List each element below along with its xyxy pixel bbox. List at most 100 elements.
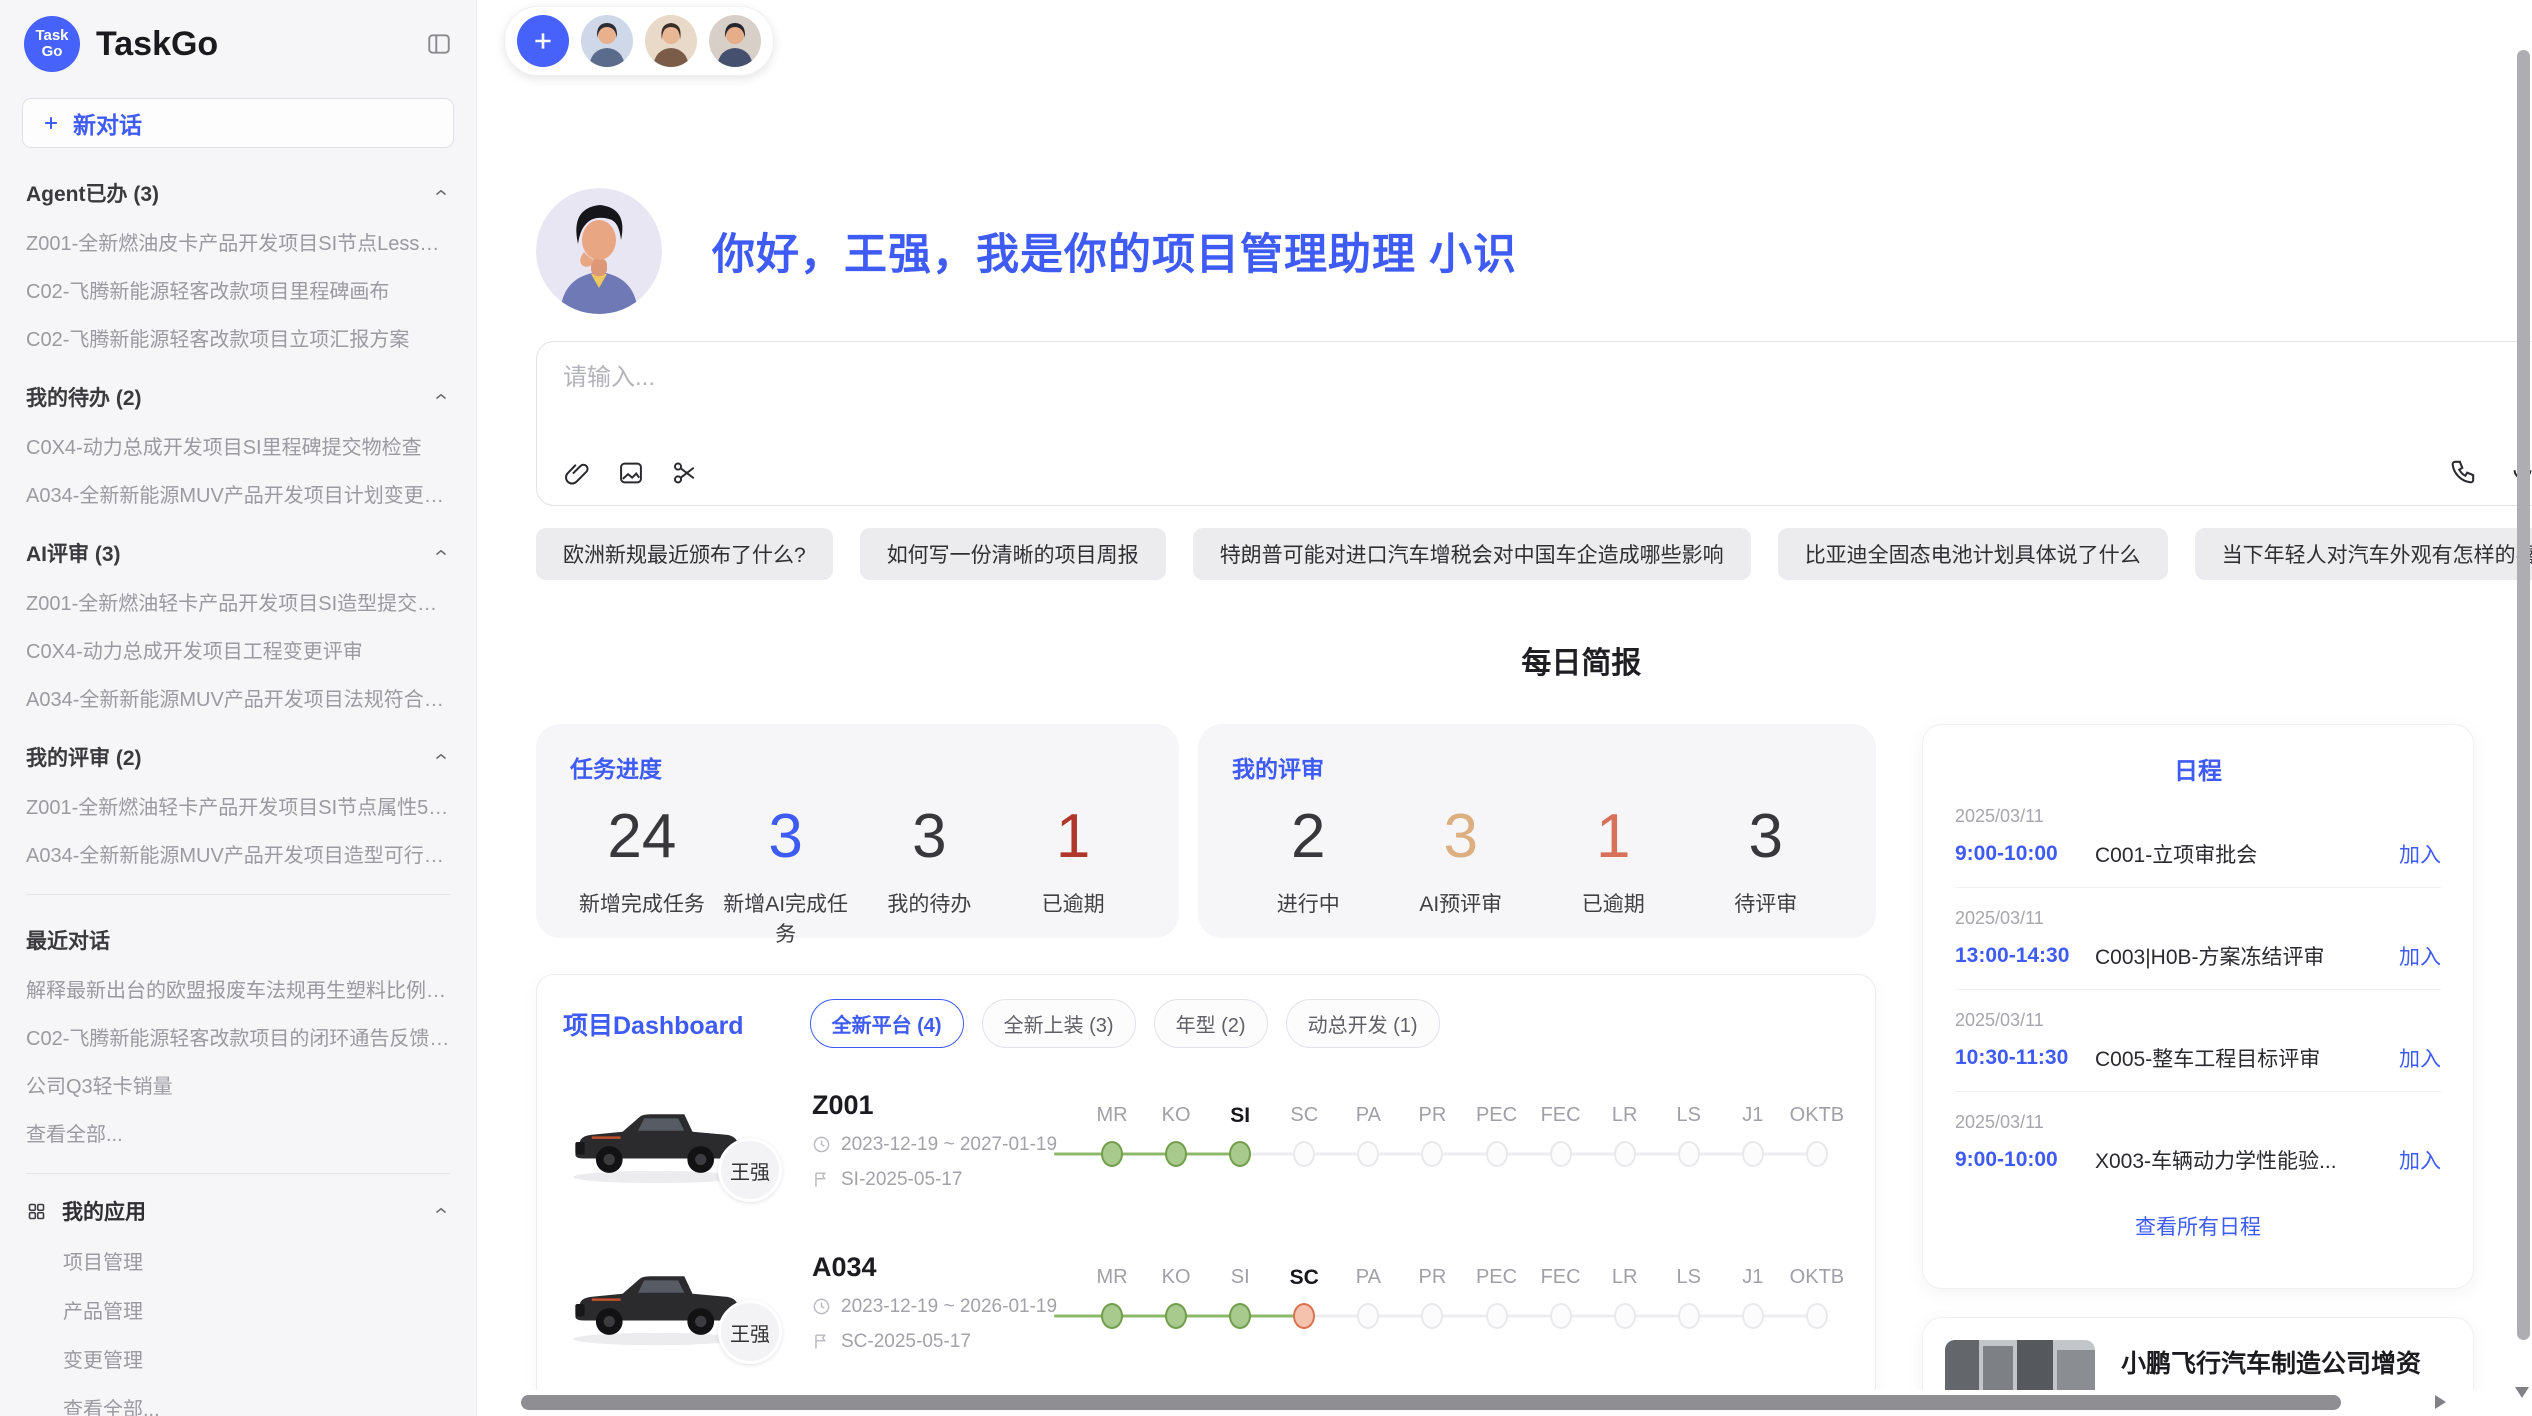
chevron-up-icon <box>432 184 450 202</box>
project-image: 王强 <box>563 1088 768 1192</box>
new-chat-button[interactable]: 新对话 <box>22 98 454 148</box>
project-row[interactable]: 王强 A034 2023-12-19 ~ 2026-01-19 SC-2025-… <box>563 1232 1849 1372</box>
view-all-link[interactable]: 查看全部... <box>26 1118 450 1147</box>
logo-line2: Go <box>42 44 63 60</box>
join-link[interactable]: 加入 <box>2399 1145 2441 1175</box>
sidebar-item-product-mgmt[interactable]: 产品管理 <box>63 1295 450 1324</box>
stat-value: 1 <box>1537 794 1690 880</box>
list-item[interactable]: Z001-全新燃油轻卡产品开发项目SI节点属性5D文件评审 <box>26 791 450 820</box>
avatar[interactable] <box>581 15 633 67</box>
scroll-right-arrow-icon[interactable] <box>2435 1395 2446 1409</box>
join-link[interactable]: 加入 <box>2399 839 2441 869</box>
section-agent-done[interactable]: Agent已办 (3) <box>26 178 450 208</box>
vertical-scrollbar-thumb[interactable] <box>2517 50 2530 1340</box>
event-name: C003|H0B-方案冻结评审 <box>2095 941 2399 971</box>
right-column: 日程 2025/03/11 9:00-10:00 C001-立项审批会 加入 2… <box>1922 724 2474 1416</box>
quick-access-pill <box>504 6 774 76</box>
tab-year-model[interactable]: 年型 (2) <box>1154 999 1268 1048</box>
sidebar-item-my-apps[interactable]: 我的应用 <box>26 1196 450 1226</box>
section-recent-chats: 最近对话 <box>26 925 450 955</box>
stat: 3 待评审 <box>1690 794 1843 918</box>
milestone-label: OKTB <box>1785 1266 1849 1290</box>
section-title: 我的待办 (2) <box>26 382 142 412</box>
milestone-node <box>1678 1303 1700 1329</box>
view-all-schedule-link[interactable]: 查看所有日程 <box>1955 1211 2441 1241</box>
milestone-node <box>1614 1141 1636 1167</box>
collapse-sidebar-icon[interactable] <box>426 31 452 57</box>
stat-label: 已逾期 <box>1537 888 1690 918</box>
milestone-node <box>1550 1141 1572 1167</box>
message-composer <box>536 341 2532 506</box>
list-item[interactable]: C02-飞腾新能源轻客改款项目的闭环通告反馈情况 <box>26 1022 450 1051</box>
view-all-link[interactable]: 查看全部... <box>63 1393 450 1416</box>
list-item[interactable]: A034-全新新能源MUV产品开发项目计划变更类编写 <box>26 479 450 508</box>
list-item[interactable]: A034-全新新能源MUV产品开发项目法规符合性评审 <box>26 683 450 712</box>
event-date: 2025/03/11 <box>1955 1010 2441 1031</box>
horizontal-scrollbar-thumb[interactable] <box>521 1395 2341 1410</box>
join-link[interactable]: 加入 <box>2399 1043 2441 1073</box>
avatar[interactable] <box>709 15 761 67</box>
list-item[interactable]: C0X4-动力总成开发项目SI里程碑提交物检查 <box>26 431 450 460</box>
milestone-label: MR <box>1080 1104 1144 1128</box>
suggestion-chip[interactable]: 当下年轻人对汽车外观有怎样的喜好趋势 <box>2195 528 2532 580</box>
attach-icon[interactable] <box>563 459 591 487</box>
list-item[interactable]: 公司Q3轻卡销量 <box>26 1070 450 1099</box>
tab-powertrain[interactable]: 动总开发 (1) <box>1286 999 1440 1048</box>
event-date: 2025/03/11 <box>1955 1112 2441 1133</box>
section-ai-review[interactable]: AI评审 (3) <box>26 538 450 568</box>
stat: 3 新增AI完成任务 <box>714 794 858 948</box>
suggestion-chip[interactable]: 比亚迪全固态电池计划具体说了什么 <box>1778 528 2168 580</box>
milestone-label: PR <box>1400 1104 1464 1128</box>
stat-label: 待评审 <box>1690 888 1843 918</box>
card-title: 我的评审 <box>1232 750 1842 784</box>
list-item[interactable]: A034-全新新能源MUV产品开发项目造型可行性评审 <box>26 839 450 868</box>
schedule-event: 2025/03/11 10:30-11:30 C005-整车工程目标评审 加入 <box>1955 990 2441 1092</box>
project-dates: 2023-12-19 ~ 2026-01-19 <box>841 1296 1057 1318</box>
stat-label: 进行中 <box>1232 888 1385 918</box>
section-title: AI评审 (3) <box>26 538 121 568</box>
milestone-label: PA <box>1336 1266 1400 1290</box>
list-item[interactable]: Z001-全新燃油皮卡产品开发项目SI节点Lesson Learn报告 <box>26 227 450 256</box>
stat: 3 AI预评审 <box>1385 794 1538 918</box>
suggestion-chip[interactable]: 欧洲新规最近颁布了什么? <box>536 528 833 580</box>
chat-input[interactable] <box>563 364 2025 392</box>
list-item[interactable]: C0X4-动力总成开发项目工程变更评审 <box>26 635 450 664</box>
project-image: 王强 <box>563 1250 768 1354</box>
app-logo: Task Go <box>24 16 80 72</box>
stat-label: 我的待办 <box>858 888 1002 918</box>
add-button[interactable] <box>517 15 569 67</box>
avatar[interactable] <box>645 15 697 67</box>
project-row[interactable]: 王强 Z001 2023-12-19 ~ 2027-01-19 SI-2025-… <box>563 1070 1849 1210</box>
section-my-review[interactable]: 我的评审 (2) <box>26 742 450 772</box>
milestone-label: PR <box>1400 1266 1464 1290</box>
app-root: Task Go TaskGo 新对话 Agent已办 (3) Z001-全新燃油… <box>0 0 2532 1416</box>
tab-new-platform[interactable]: 全新平台 (4) <box>810 999 964 1048</box>
tab-new-body[interactable]: 全新上装 (3) <box>982 999 1136 1048</box>
milestone-node <box>1165 1303 1187 1329</box>
milestone-node <box>1742 1141 1764 1167</box>
list-item[interactable]: Z001-全新燃油轻卡产品开发项目SI造型提交物评审 <box>26 587 450 616</box>
event-name: C005-整车工程目标评审 <box>2095 1043 2399 1073</box>
section-my-todo[interactable]: 我的待办 (2) <box>26 382 450 412</box>
flag-icon <box>812 1332 831 1351</box>
sidebar-item-project-mgmt[interactable]: 项目管理 <box>63 1246 450 1275</box>
project-code: Z001 <box>812 1090 1064 1121</box>
join-link[interactable]: 加入 <box>2399 941 2441 971</box>
image-icon[interactable] <box>617 459 645 487</box>
milestone-label: PA <box>1336 1104 1400 1128</box>
divider <box>26 1173 450 1174</box>
owner-badge: 王强 <box>718 1138 782 1202</box>
list-item[interactable]: 解释最新出台的欧盟报废车法规再生塑料比例被调至15%... <box>26 974 450 1003</box>
timeline-track <box>1240 1153 1817 1156</box>
list-item[interactable]: C02-飞腾新能源轻客改款项目立项汇报方案 <box>26 323 450 352</box>
dashboard-title: 项目Dashboard <box>563 1006 744 1042</box>
topbar: 王强 <box>536 0 2532 76</box>
scissors-icon[interactable] <box>671 459 699 487</box>
list-item[interactable]: C02-飞腾新能源轻客改款项目里程碑画布 <box>26 275 450 304</box>
suggestion-chip[interactable]: 特朗普可能对进口汽车增税会对中国车企造成哪些影响 <box>1193 528 1751 580</box>
phone-icon[interactable] <box>2449 457 2478 486</box>
plus-icon <box>41 113 61 133</box>
scroll-down-arrow-icon[interactable] <box>2515 1387 2529 1398</box>
suggestion-chip[interactable]: 如何写一份清晰的项目周报 <box>860 528 1166 580</box>
sidebar-item-change-mgmt[interactable]: 变更管理 <box>63 1344 450 1373</box>
